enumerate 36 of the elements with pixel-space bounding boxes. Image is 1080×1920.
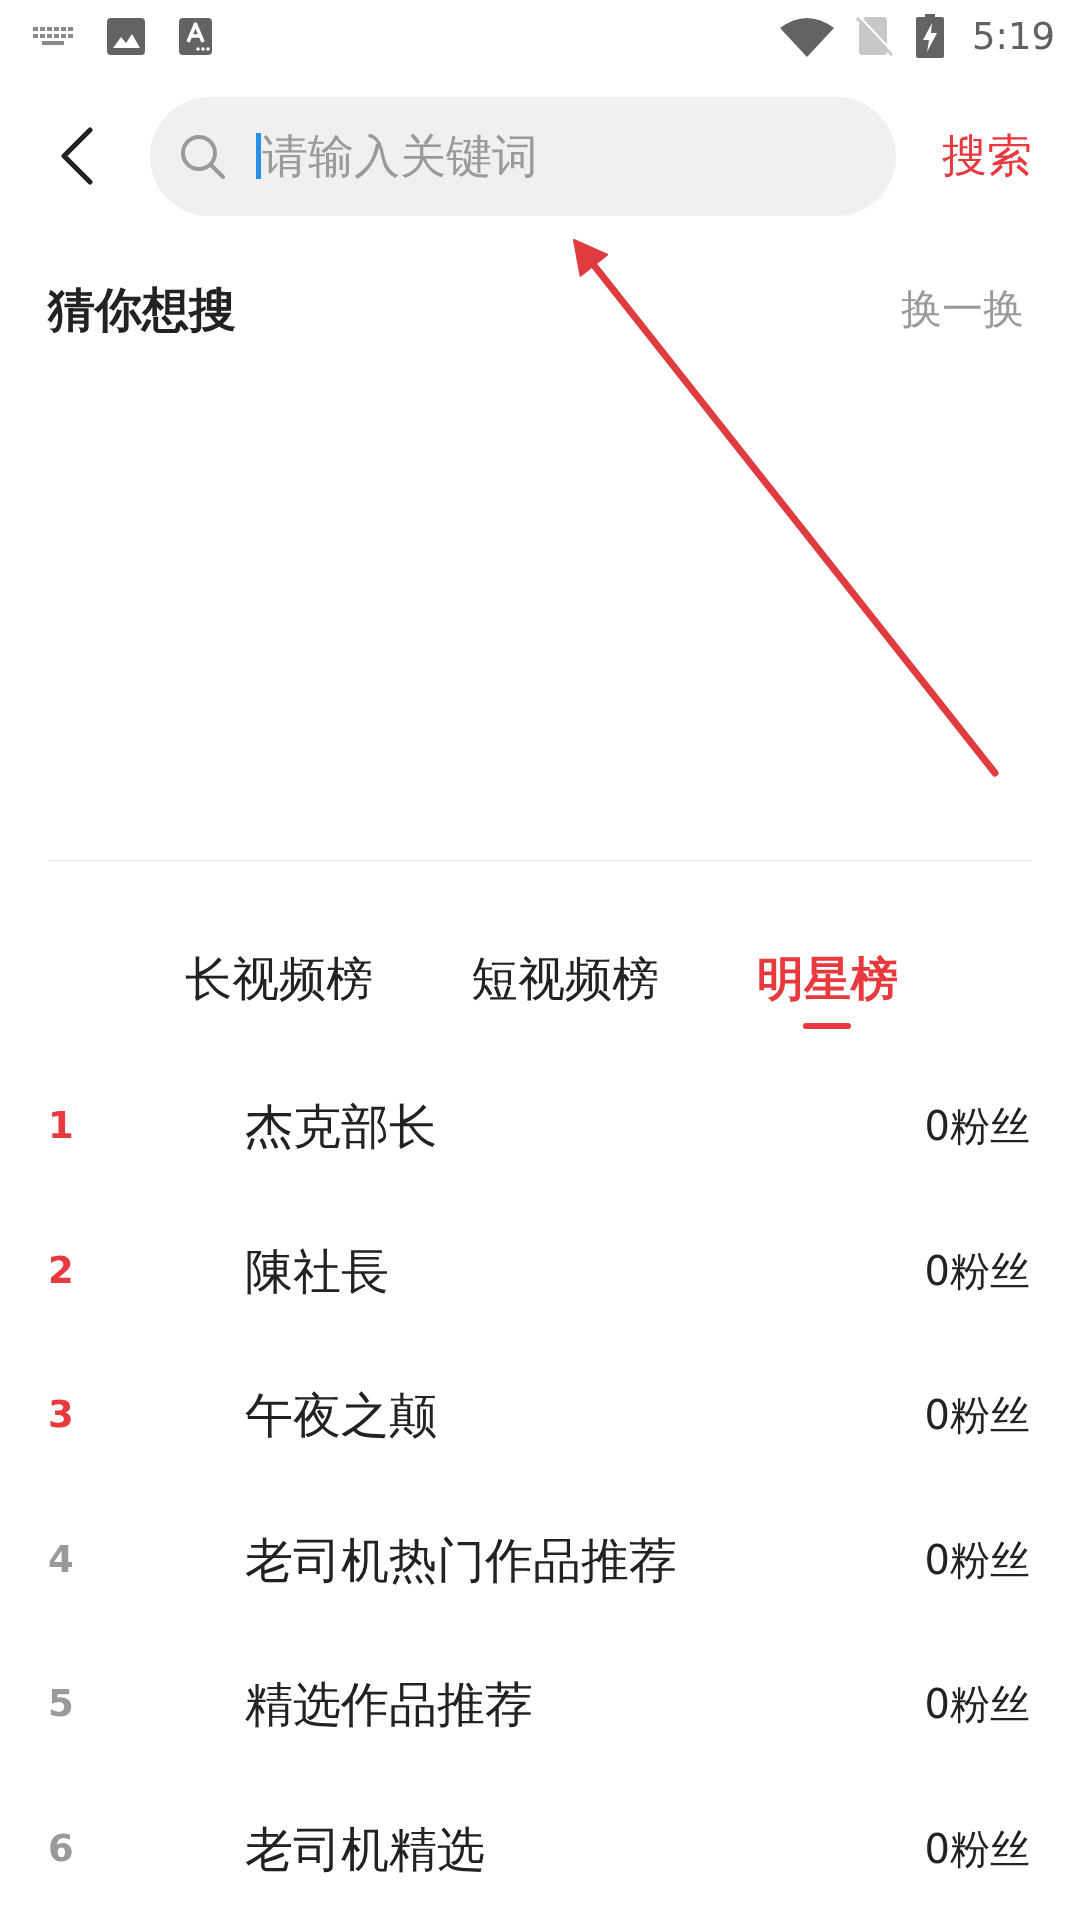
search-bar[interactable]: 请输入关键词 (150, 96, 896, 216)
back-button[interactable] (58, 126, 96, 186)
fan-count: 0粉丝 (924, 1246, 1030, 1296)
search-field[interactable]: 请输入关键词 (262, 126, 866, 186)
battery-charging-icon (915, 14, 944, 58)
no-sim-icon (855, 15, 894, 57)
ranking-name[interactable]: 陳社長 (245, 1239, 389, 1302)
rank-number: 3 (48, 1393, 74, 1438)
fan-count: 0粉丝 (924, 1102, 1030, 1152)
rank-number: 5 (48, 1682, 74, 1727)
status-time: 5:19 (971, 17, 1055, 55)
ranking-name[interactable]: 精选作品推荐 (245, 1673, 533, 1736)
ranking-name[interactable]: 午夜之颠 (245, 1384, 437, 1447)
fan-count: 0粉丝 (924, 1535, 1030, 1585)
search-button[interactable]: 搜索 (942, 129, 1032, 183)
chevron-left-icon (60, 127, 94, 185)
keyboard-icon (33, 26, 73, 46)
ranking-tab[interactable]: 明星榜 (756, 949, 898, 1029)
rank-number: 1 (48, 1104, 74, 1149)
tab-underline (803, 1023, 851, 1029)
ranking-tab[interactable]: 长视频榜 (184, 949, 373, 1009)
image-icon (107, 17, 145, 55)
fan-count: 0粉丝 (924, 1824, 1030, 1874)
ranking-name[interactable]: 杰克部长 (245, 1095, 437, 1158)
ranking-tab[interactable]: 短视频榜 (470, 949, 659, 1009)
fan-count: 0粉丝 (924, 1680, 1030, 1730)
font-icon (179, 17, 212, 55)
rank-number: 2 (48, 1248, 74, 1293)
ranking-name[interactable]: 老司机精选 (245, 1817, 485, 1880)
fan-count: 0粉丝 (924, 1391, 1030, 1441)
ranking-name[interactable]: 老司机热门作品推荐 (245, 1528, 677, 1591)
wifi-icon (779, 15, 834, 57)
rank-number: 4 (48, 1537, 74, 1582)
section-title: 猜你想搜 (48, 281, 236, 339)
search-icon (180, 133, 225, 179)
rank-number: 6 (48, 1826, 74, 1871)
